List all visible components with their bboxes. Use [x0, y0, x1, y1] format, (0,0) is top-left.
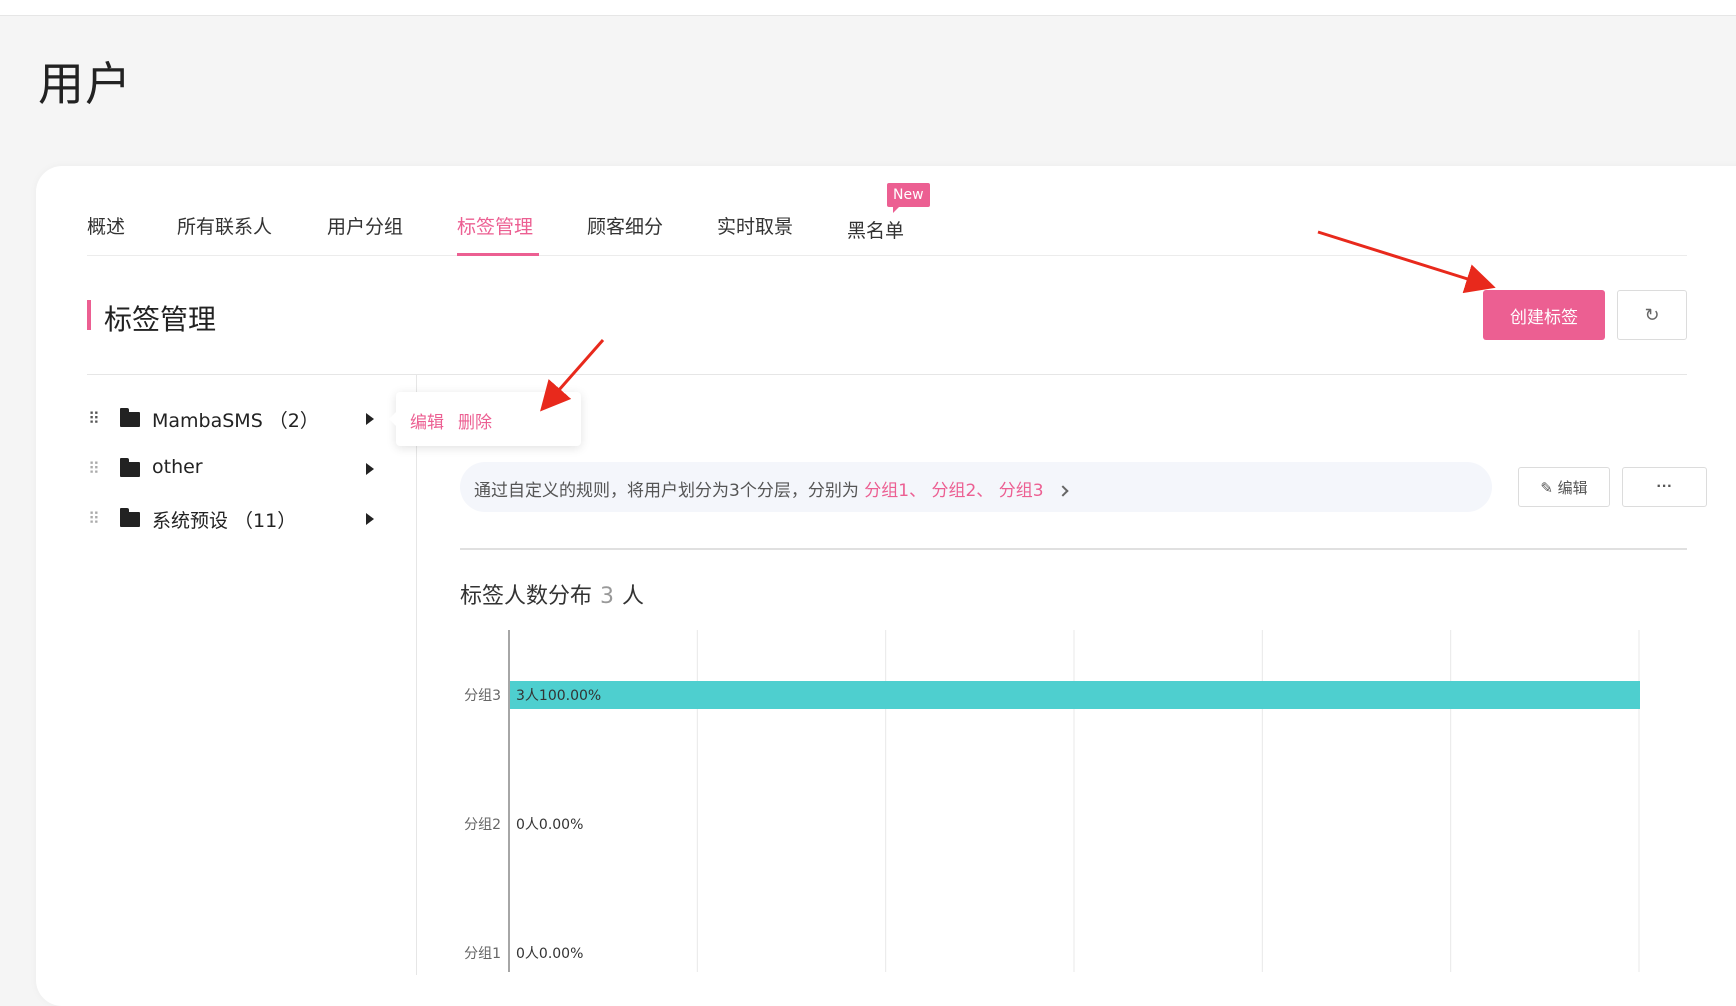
tree-item-label: 系统预设 （11）	[152, 510, 297, 532]
delete-link[interactable]: 删除	[458, 408, 492, 433]
caret-right-icon[interactable]	[366, 413, 374, 425]
section-title: 标签管理	[104, 303, 217, 336]
tab-all-contacts[interactable]: 所有联系人	[177, 212, 272, 239]
bar[interactable]	[510, 681, 1640, 709]
edit-icon: ✎	[1540, 478, 1553, 497]
more-options-button[interactable]: ···	[1622, 467, 1707, 507]
rule-group-1: 分组1	[864, 481, 910, 501]
tree-item-mambasms[interactable]: ⠿ MambaSMS （2）	[88, 404, 388, 434]
section-divider	[87, 374, 1687, 375]
distribution-unit: 人	[622, 584, 645, 609]
tab-overview[interactable]: 概述	[87, 212, 125, 239]
tree-divider	[416, 375, 417, 975]
rule-prefix: 通过自定义的规则，将用户划分为3个分层，分别为	[474, 481, 859, 501]
active-tab-indicator	[457, 253, 539, 256]
tab-tag-management[interactable]: 标签管理	[457, 212, 533, 239]
rule-separator: 、	[976, 481, 994, 501]
distribution-title: 标签人数分布 3 人	[460, 578, 644, 610]
rule-group-2: 分组2	[931, 481, 977, 501]
data-label: 3人100.00%	[516, 688, 601, 704]
tab-blacklist[interactable]: 黑名单	[847, 216, 904, 243]
tab-customer-segments[interactable]: 顾客细分	[587, 212, 663, 239]
tree-item-label: MambaSMS （2）	[152, 410, 319, 432]
content-divider	[460, 548, 1687, 550]
tree-action-popover: 编辑 删除	[389, 392, 581, 446]
page-title: 用户	[38, 57, 132, 111]
create-tag-button[interactable]: 创建标签	[1483, 290, 1605, 340]
edit-rule-button[interactable]: ✎ 编辑	[1518, 467, 1610, 507]
new-badge: New	[887, 183, 930, 213]
category-label: 分组2	[464, 817, 501, 833]
section-accent-bar	[87, 300, 91, 330]
drag-handle-icon[interactable]: ⠿	[88, 509, 102, 529]
caret-right-icon[interactable]	[366, 463, 374, 475]
folder-icon	[120, 458, 140, 477]
drag-handle-icon[interactable]: ⠿	[88, 409, 102, 429]
edit-link[interactable]: 编辑	[410, 408, 444, 433]
folder-icon	[120, 508, 140, 527]
tab-bar: 概述 所有联系人 用户分组 标签管理 顾客细分 实时取景 黑名单 New	[87, 183, 1687, 256]
top-bar	[0, 0, 1736, 16]
tree-item-system-preset[interactable]: ⠿ 系统预设 （11）	[88, 504, 388, 534]
tree-item-other[interactable]: ⠿ other	[88, 454, 388, 484]
tree-item-label: other	[152, 456, 203, 478]
category-label: 分组1	[464, 946, 501, 962]
tag-distribution-chart: 分组3 3人100.00% 分组2 0人0.00% 分组1 0人0.00%	[464, 630, 1640, 972]
drag-handle-icon[interactable]: ⠿	[88, 459, 102, 479]
distribution-title-text: 标签人数分布	[460, 584, 593, 609]
tab-user-groups[interactable]: 用户分组	[327, 212, 403, 239]
folder-icon	[120, 408, 140, 427]
rule-summary-text: 通过自定义的规则，将用户划分为3个分层，分别为 分组1、 分组2、 分组3	[474, 476, 1069, 501]
rule-separator: 、	[909, 481, 927, 501]
tab-live-view[interactable]: 实时取景	[717, 212, 793, 239]
data-label: 0人0.00%	[516, 817, 583, 833]
rule-group-3: 分组3	[998, 481, 1044, 501]
data-label: 0人0.00%	[516, 946, 583, 962]
chevron-right-icon[interactable]	[1057, 485, 1069, 497]
refresh-icon: ↻	[1644, 304, 1660, 325]
caret-right-icon[interactable]	[366, 513, 374, 525]
edit-rule-label: 编辑	[1557, 478, 1588, 497]
category-label: 分组3	[464, 688, 501, 704]
refresh-button[interactable]: ↻	[1617, 290, 1687, 340]
distribution-count: 3	[600, 584, 615, 609]
rule-summary-bar[interactable]: 通过自定义的规则，将用户划分为3个分层，分别为 分组1、 分组2、 分组3	[460, 462, 1492, 512]
